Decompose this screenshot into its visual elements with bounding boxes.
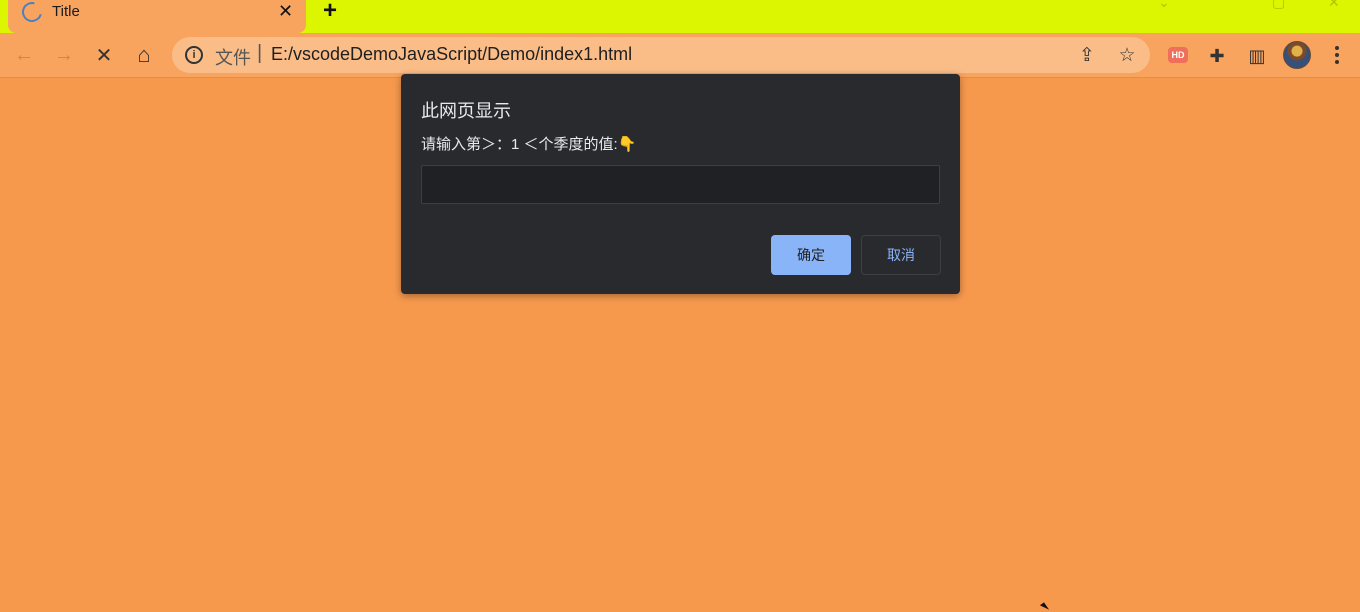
maximize-window-icon[interactable]: ▢ bbox=[1272, 0, 1285, 11]
forward-button[interactable]: → bbox=[52, 43, 76, 67]
prompt-input[interactable] bbox=[421, 165, 940, 204]
active-tab[interactable]: Title ✕ bbox=[8, 0, 306, 33]
menu-dot bbox=[1335, 60, 1339, 64]
tab-title: Title bbox=[52, 3, 80, 20]
hd-extension-icon[interactable]: HD bbox=[1168, 47, 1188, 63]
menu-dot bbox=[1335, 53, 1339, 57]
browser-menu-icon[interactable] bbox=[1330, 44, 1344, 66]
ok-button[interactable]: 确定 bbox=[771, 235, 851, 275]
close-tab-icon[interactable]: ✕ bbox=[278, 1, 293, 22]
share-icon[interactable]: ⇪ bbox=[1077, 45, 1097, 66]
url-separator: | bbox=[257, 42, 263, 64]
tab-strip: Title ✕ + ⌄ ▢ ✕ bbox=[0, 0, 1360, 33]
close-window-icon[interactable]: ✕ bbox=[1328, 0, 1340, 11]
browser-toolbar: ← → ✕ ⌂ i 文件 | E:/vscodeDemoJavaScript/D… bbox=[0, 33, 1360, 78]
site-info-icon[interactable]: i bbox=[185, 46, 203, 64]
bookmark-star-icon[interactable]: ☆ bbox=[1117, 45, 1137, 66]
loading-spinner-icon bbox=[18, 0, 46, 26]
address-bar[interactable]: i 文件 | E:/vscodeDemoJavaScript/Demo/inde… bbox=[172, 37, 1150, 73]
scheme-label: 文件 bbox=[215, 48, 251, 68]
new-tab-button[interactable]: + bbox=[323, 0, 337, 23]
home-button[interactable]: ⌂ bbox=[132, 42, 156, 67]
menu-dot bbox=[1335, 46, 1339, 50]
dialog-title: 此网页显示 bbox=[421, 101, 511, 121]
side-panel-icon[interactable]: ▥ bbox=[1246, 45, 1268, 67]
prompt-dialog: 此网页显示 请输入第＞：1 ＜个季度的值:👇 确定 取消 bbox=[401, 74, 960, 294]
stop-loading-button[interactable]: ✕ bbox=[92, 43, 116, 67]
cancel-button[interactable]: 取消 bbox=[861, 235, 941, 275]
profile-avatar[interactable] bbox=[1283, 41, 1311, 69]
dialog-message: 请输入第＞：1 ＜个季度的值:👇 bbox=[421, 136, 637, 153]
back-button[interactable]: ← bbox=[12, 43, 36, 67]
extensions-puzzle-icon[interactable]: ✚ bbox=[1206, 45, 1228, 67]
mouse-cursor-icon bbox=[1039, 602, 1050, 612]
minimize-window-icon[interactable]: ⌄ bbox=[1158, 0, 1170, 11]
url-text[interactable]: E:/vscodeDemoJavaScript/Demo/index1.html bbox=[271, 44, 632, 65]
